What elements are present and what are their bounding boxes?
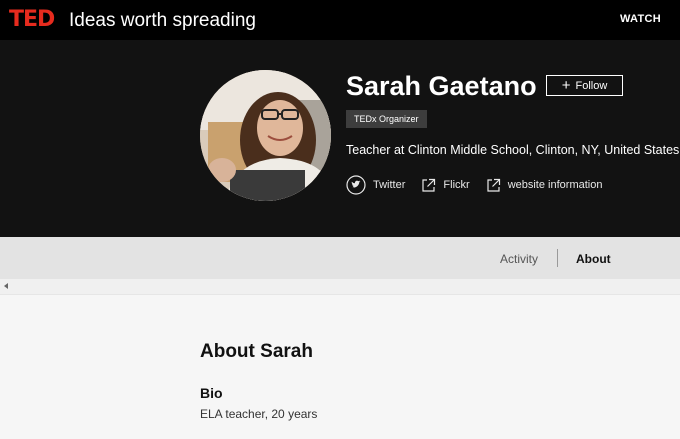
bio-text: ELA teacher, 20 years [200,407,318,421]
follow-button[interactable]: + Follow [546,75,623,96]
avatar [200,70,331,201]
horizontal-scrollbar[interactable] [0,279,680,295]
twitter-icon [346,175,366,195]
plus-icon: + [561,76,571,94]
website-link[interactable]: website information [486,178,603,193]
tab-activity[interactable]: Activity [500,252,538,266]
tagline: Ideas worth spreading [69,10,256,31]
flickr-link-label: Flickr [443,179,470,191]
about-title: About Sarah [200,341,313,362]
follow-label: Follow [575,79,608,92]
tab-about[interactable]: About [576,252,611,266]
profile-role: Teacher at Clinton Middle School, Clinto… [346,143,680,157]
watch-menu-link[interactable]: WATCH [620,13,661,25]
scroll-left-arrow-icon[interactable] [4,283,8,289]
website-link-label: website information [507,179,603,191]
top-navigation-bar: TED Ideas worth spreading WATCH [0,0,680,40]
twitter-link[interactable]: Twitter [346,175,405,195]
profile-photo [200,70,331,201]
profile-links: Twitter Flickr website information [346,175,618,195]
profile-header: Sarah Gaetano + Follow TEDx Organizer Te… [0,40,680,237]
flickr-link[interactable]: Flickr [421,178,470,193]
ted-logo[interactable]: TED [9,8,55,32]
role-badge: TEDx Organizer [346,110,427,128]
external-link-icon [487,178,500,192]
about-section: About Sarah Bio ELA teacher, 20 years [0,295,680,439]
twitter-link-label: Twitter [373,179,406,191]
tab-divider [557,249,558,267]
bio-heading: Bio [200,385,223,401]
profile-name: Sarah Gaetano [346,71,537,101]
external-link-icon [422,178,436,192]
profile-tabs: Activity About [0,237,680,279]
